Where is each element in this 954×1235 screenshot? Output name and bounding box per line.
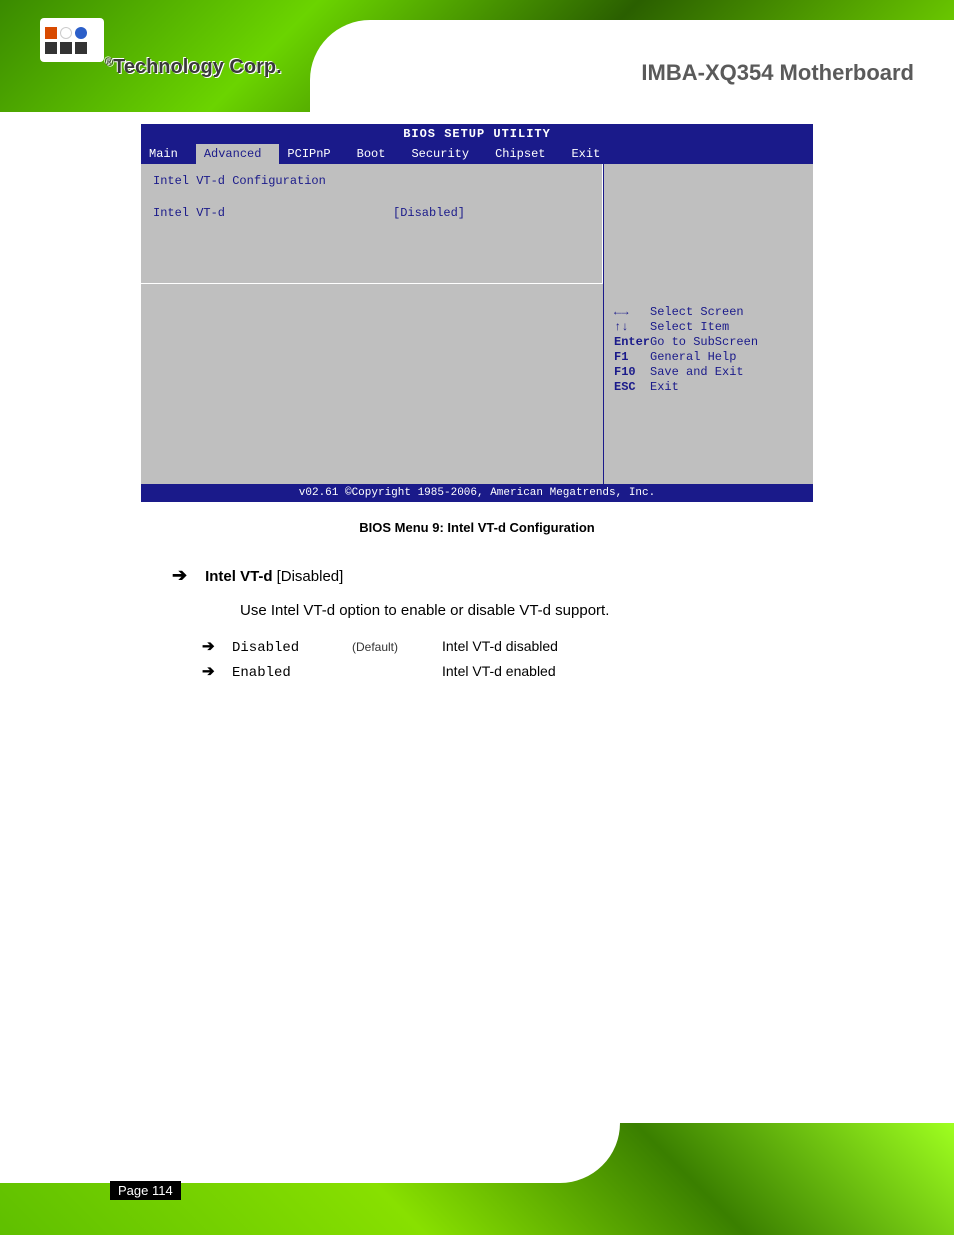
bios-right: ←→Select Screen ↑↓Select Item EnterGo to… xyxy=(603,164,813,484)
brand-text: ®Technology Corp. xyxy=(105,56,282,79)
option-row: ➔ Intel VT-d [Disabled] xyxy=(172,565,834,586)
brand-name: Technology Corp. xyxy=(113,56,282,78)
arrow-icon: ➔ xyxy=(172,565,187,586)
bios-help xyxy=(614,174,803,304)
tab-boot: Boot xyxy=(349,144,404,164)
logo xyxy=(40,18,104,62)
footer-curve xyxy=(0,1103,620,1183)
key-txt-4: Save and Exit xyxy=(650,365,744,379)
bios-section: Intel VT-d Configuration xyxy=(153,174,590,188)
option-value-text-1: Intel VT-d enabled xyxy=(442,663,556,679)
option-value-row-0: ➔ Disabled (Default) Intel VT-d disabled xyxy=(202,637,834,656)
bios-left-bottom xyxy=(141,284,603,484)
bios-setting-row: Intel VT-d [Disabled] xyxy=(153,206,590,220)
option-value-name-1: Enabled xyxy=(232,665,352,681)
key-txt-1: Select Item xyxy=(650,320,729,334)
key-txt-2: Go to SubScreen xyxy=(650,335,758,349)
key-sym-2: Enter xyxy=(614,335,650,349)
figure-caption: BIOS Menu 9: Intel VT-d Configuration xyxy=(0,520,954,535)
key-sym-4: F10 xyxy=(614,365,650,379)
tab-exit: Exit xyxy=(563,144,618,164)
option-value-name-0: Disabled xyxy=(232,640,352,656)
option-value-default-0: (Default) xyxy=(352,640,442,654)
product-title: IMBA-XQ354 Motherboard xyxy=(641,60,914,86)
key-txt-5: Exit xyxy=(650,380,679,394)
bios-title: BIOS SETUP UTILITY xyxy=(141,124,813,144)
arrow-icon: ➔ xyxy=(202,662,232,680)
tab-security: Security xyxy=(403,144,487,164)
page-number: Page 114 xyxy=(110,1181,181,1200)
key-txt-3: General Help xyxy=(650,350,736,364)
bios-footer: v02.61 ©Copyright 1985-2006, American Me… xyxy=(141,484,813,502)
tab-main: Main xyxy=(141,144,196,164)
option-title: Intel VT-d xyxy=(205,568,273,585)
bios-tabs: Main Advanced PCIPnP Boot Security Chips… xyxy=(141,144,813,164)
bios-left-top: Intel VT-d Configuration Intel VT-d [Dis… xyxy=(141,164,603,284)
key-sym-3: F1 xyxy=(614,350,650,364)
option-desc: Use Intel VT-d option to enable or disab… xyxy=(240,600,834,623)
footer-banner: Page 114 xyxy=(0,1123,954,1235)
key-sym-5: ESC xyxy=(614,380,650,394)
arrow-icon: ➔ xyxy=(202,637,232,655)
option-value-row-1: ➔ Enabled Intel VT-d enabled xyxy=(202,662,834,681)
bios-left: Intel VT-d Configuration Intel VT-d [Dis… xyxy=(141,164,603,484)
tab-chipset: Chipset xyxy=(487,144,563,164)
header-banner: ®Technology Corp. IMBA-XQ354 Motherboard xyxy=(0,0,954,112)
bios-keys: ←→Select Screen ↑↓Select Item EnterGo to… xyxy=(614,305,803,394)
key-txt-0: Select Screen xyxy=(650,305,744,319)
option-default: [Disabled] xyxy=(277,568,344,585)
brand-r: ® xyxy=(105,56,113,68)
logo-icon xyxy=(40,18,104,62)
content: ➔ Intel VT-d [Disabled] Use Intel VT-d o… xyxy=(0,565,954,681)
key-sym-0: ←→ xyxy=(614,305,650,319)
bios-body: Intel VT-d Configuration Intel VT-d [Dis… xyxy=(141,164,813,484)
bios-screenshot: BIOS SETUP UTILITY Main Advanced PCIPnP … xyxy=(141,124,813,502)
bios-setting-value: [Disabled] xyxy=(393,206,465,220)
tab-pcipnp: PCIPnP xyxy=(279,144,348,164)
key-sym-1: ↑↓ xyxy=(614,320,650,334)
tab-advanced: Advanced xyxy=(196,144,280,164)
bios-setting-label: Intel VT-d xyxy=(153,206,393,220)
option-value-text-0: Intel VT-d disabled xyxy=(442,638,558,654)
